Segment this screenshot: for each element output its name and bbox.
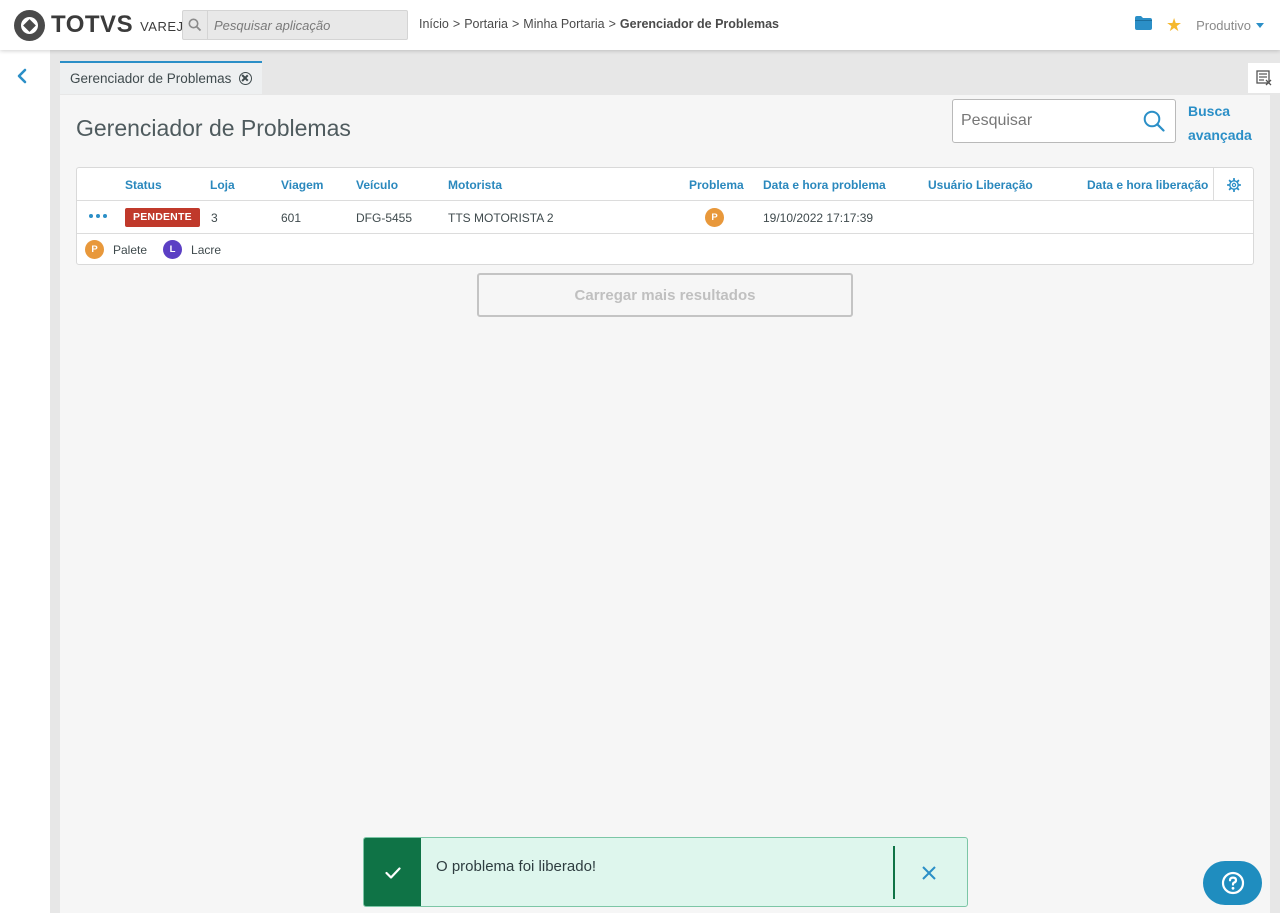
row-actions-more-icon[interactable] [89, 214, 107, 220]
search-input[interactable] [961, 100, 1141, 142]
top-header: TOTVS VAREJO Início>Portaria>Minha Porta… [0, 0, 1280, 50]
column-header-viagem[interactable]: Viagem [281, 178, 323, 192]
success-toast: O problema foi liberado! [363, 837, 968, 907]
column-header-problema[interactable]: Problema [689, 178, 744, 192]
main-panel: Gerenciador de Problemas Busca avançada … [60, 95, 1270, 913]
legend-badge-lacre: L [163, 240, 183, 259]
column-header-data-hora-liberacao[interactable]: Data e hora liberação [1087, 178, 1208, 192]
close-icon[interactable] [919, 863, 939, 883]
breadcrumb-separator: > [608, 17, 616, 31]
advanced-search-link[interactable]: Busca avançada [1188, 99, 1258, 147]
header-actions: ★ Produtivo [1134, 14, 1264, 36]
table-legend: P Palete L Lacre [85, 240, 237, 259]
window-list-icon [1256, 70, 1272, 86]
help-icon [1221, 871, 1244, 895]
breadcrumb-item-inicio[interactable]: Início [419, 17, 449, 31]
totvs-logo[interactable]: TOTVS VAREJO [14, 9, 194, 41]
tab-gerenciador-de-problemas[interactable]: Gerenciador de Problemas [60, 61, 263, 94]
cell-viagem: 601 [281, 211, 302, 225]
tab-bar: Gerenciador de Problemas [50, 50, 1280, 95]
breadcrumb-item-minha-portaria[interactable]: Minha Portaria [523, 17, 604, 31]
chevron-left-icon[interactable] [16, 68, 34, 88]
column-header-status[interactable]: Status [125, 178, 162, 192]
load-more-button[interactable]: Carregar mais resultados [477, 273, 853, 317]
breadcrumb-current: Gerenciador de Problemas [619, 17, 779, 31]
app-search[interactable] [182, 10, 408, 40]
close-all-tabs-button[interactable] [1248, 63, 1280, 93]
column-header-data-hora-problema[interactable]: Data e hora problema [763, 178, 886, 192]
favorite-star-icon[interactable]: ★ [1166, 16, 1182, 34]
breadcrumb: Início > Portaria > Minha Portaria > Gerenciad… [419, 17, 779, 31]
column-header-loja[interactable]: Loja [210, 178, 235, 192]
toast-message: O problema foi liberado! [436, 858, 597, 875]
legend-badge-palete: P [85, 240, 104, 259]
page-search[interactable] [952, 99, 1176, 143]
status-badge: PENDENTE [125, 208, 200, 227]
user-menu[interactable]: Produtivo [1196, 18, 1251, 33]
problem-palete-badge: P [705, 208, 724, 227]
workspace: Gerenciador de Problemas Gerenciador de … [50, 50, 1280, 913]
table-row: PENDENTE 3 601 DFG-5455 TTS MOTORISTA 2 … [77, 201, 1253, 234]
toast-divider [893, 846, 895, 899]
problems-table: Status Loja Viagem Veículo Motorista Pro… [76, 167, 1254, 265]
legend-label: Lacre [191, 242, 222, 257]
cell-motorista: TTS MOTORISTA 2 [448, 211, 554, 225]
column-header-motorista[interactable]: Motorista [448, 178, 502, 192]
totvs-logo-icon [14, 9, 45, 41]
close-tab-icon[interactable] [239, 72, 253, 85]
column-header-veiculo[interactable]: Veículo [356, 178, 398, 192]
search-icon[interactable] [1143, 110, 1165, 137]
legend-item-lacre: L Lacre [163, 240, 221, 259]
folder-icon[interactable] [1134, 15, 1152, 35]
page-title: Gerenciador de Problemas [76, 115, 351, 141]
app-search-input[interactable] [208, 11, 407, 39]
cell-veiculo: DFG-5455 [356, 211, 413, 225]
legend-item-palete: P Palete [85, 240, 147, 259]
legend-label: Palete [113, 242, 148, 257]
breadcrumb-separator: > [452, 17, 461, 31]
column-header-usuario-liberacao[interactable]: Usuário Liberação [928, 178, 1033, 192]
gear-icon[interactable] [1213, 168, 1253, 201]
breadcrumb-item-portaria[interactable]: Portaria [464, 17, 508, 31]
tab-label: Gerenciador de Problemas [70, 71, 232, 86]
check-icon [364, 838, 421, 906]
table-header: Status Loja Viagem Veículo Motorista Pro… [77, 168, 1253, 201]
cell-loja: 3 [211, 211, 218, 225]
cell-data-hora-problema: 19/10/2022 17:17:39 [763, 211, 874, 225]
breadcrumb-separator: > [511, 17, 520, 31]
left-rail [0, 50, 50, 913]
help-button[interactable] [1203, 861, 1262, 905]
chevron-down-icon[interactable] [1256, 22, 1264, 28]
brand-name: TOTVS [51, 11, 134, 38]
search-icon [183, 11, 208, 39]
